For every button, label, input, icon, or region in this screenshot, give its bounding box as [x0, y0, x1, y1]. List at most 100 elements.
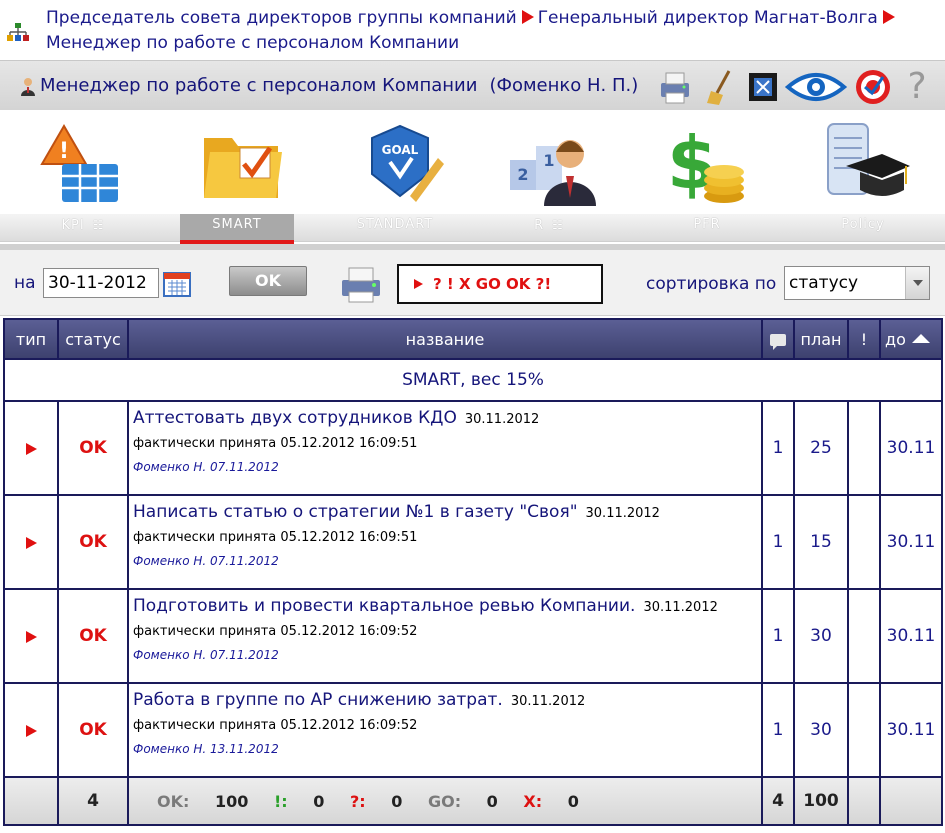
tab-smart[interactable]: SMART — [180, 214, 294, 244]
broom-icon[interactable] — [701, 67, 741, 107]
breadcrumb-item-general-director[interactable]: Генеральный директор Магнат-Волга — [538, 8, 878, 28]
tab-kpi[interactable]: KPI ☷ — [26, 214, 140, 236]
summary-ok: OK: 100 — [157, 791, 249, 811]
total-count: 4 — [57, 776, 129, 826]
alert-value — [847, 400, 881, 496]
person-name: (Фоменко Н. П.) — [489, 75, 639, 96]
task-date: 30.11.2012 — [510, 694, 586, 709]
money-icon[interactable]: $ — [658, 118, 754, 210]
eye-icon[interactable] — [785, 67, 847, 107]
printer-icon[interactable] — [655, 67, 695, 107]
task-type-arrow-icon[interactable] — [25, 630, 37, 643]
user-icon — [21, 78, 35, 96]
breadcrumb-item-chairman[interactable]: Председатель совета директоров группы ко… — [46, 8, 517, 28]
col-plan[interactable]: план — [793, 318, 849, 360]
task-type-arrow-icon[interactable] — [25, 724, 37, 737]
table-row[interactable]: OK Работа в группе по АР снижению затрат… — [3, 682, 943, 778]
filter-bar: на 30-11-2012 OK ? ! X GO OK ?! сортиров… — [0, 250, 945, 316]
page-title: Менеджер по работе с персоналом Компании… — [40, 75, 639, 96]
status-badge: OK — [57, 400, 129, 496]
due-date: 30.11 — [879, 588, 943, 684]
svg-text:GOAL: GOAL — [382, 143, 419, 157]
task-accepted: фактически принята 05.12.2012 16:09:51 — [133, 530, 418, 545]
alert-value — [847, 588, 881, 684]
summary-x: X: 0 — [523, 791, 579, 811]
tasks-table: тип статус название план ! до SMART, вес… — [3, 318, 943, 826]
chevron-down-icon[interactable] — [905, 267, 929, 299]
task-type-arrow-icon[interactable] — [25, 536, 37, 549]
summary-question: ?: 0 — [349, 791, 403, 811]
screen-icon[interactable] — [743, 67, 783, 107]
status-legend: ? ! X GO OK ?! — [397, 264, 603, 304]
help-icon[interactable]: ? — [897, 67, 937, 107]
grid-icon: ☷ — [92, 218, 105, 232]
svg-text:2: 2 — [517, 165, 528, 184]
table-row[interactable]: OK Аттестовать двух сотрудников КДО 30.11… — [3, 400, 943, 496]
plan-value: 25 — [793, 400, 849, 496]
group-title: SMART, вес 15% — [3, 358, 943, 402]
comments-count[interactable]: 1 — [761, 400, 795, 496]
ranking-icon[interactable]: 2 1 — [504, 118, 600, 210]
breadcrumb-item-hr-manager[interactable]: Менеджер по работе с персоналом Компании — [46, 33, 459, 53]
plan-value: 30 — [793, 682, 849, 778]
date-input[interactable]: 30-11-2012 — [43, 268, 159, 298]
org-chart-icon — [7, 23, 29, 41]
print-icon[interactable] — [338, 264, 384, 304]
sort-select[interactable]: статусу — [784, 266, 930, 300]
grid-icon: ☷ — [552, 218, 564, 232]
table-row[interactable]: OK Подготовить и провести квартальное ре… — [3, 588, 943, 684]
type-arrow-icon — [414, 279, 423, 289]
task-title[interactable]: Написать статью о стратегии №1 в газету … — [133, 502, 578, 522]
status-badge: OK — [57, 588, 129, 684]
tab-pfr[interactable]: PFR — [650, 214, 764, 236]
status-summary: OK: 100 !: 0 ?: 0 GO: 0 X: 0 — [127, 776, 763, 826]
tab-r[interactable]: R ☷ — [492, 214, 606, 236]
summary-exclaim: !: 0 — [273, 791, 325, 811]
summary-row: 4 OK: 100 !: 0 ?: 0 GO: 0 X: 0 4 100 — [3, 776, 943, 826]
comments-count[interactable]: 1 — [761, 494, 795, 590]
col-type[interactable]: тип — [3, 318, 59, 360]
folder-icon[interactable] — [196, 118, 292, 210]
task-author: Фоменко Н. 13.11.2012 — [133, 742, 279, 756]
date-label: на — [14, 273, 36, 293]
breadcrumb-arrow-icon — [521, 10, 534, 24]
comment-icon — [770, 334, 786, 350]
task-type-arrow-icon[interactable] — [25, 442, 37, 455]
tab-standart[interactable]: STANDART — [338, 214, 452, 236]
ok-button[interactable]: OK — [229, 266, 307, 296]
task-author: Фоменко Н. 07.11.2012 — [133, 460, 279, 474]
target-icon[interactable] — [853, 67, 893, 107]
col-status[interactable]: статус — [57, 318, 129, 360]
comments-count[interactable]: 1 — [761, 588, 795, 684]
breadcrumb: Председатель совета директоров группы ко… — [6, 6, 936, 58]
toolbar: ? — [655, 67, 935, 107]
calendar-icon[interactable] — [162, 270, 192, 298]
status-badge: OK — [57, 682, 129, 778]
col-alert[interactable]: ! — [847, 318, 881, 360]
task-accepted: фактически принята 05.12.2012 16:09:51 — [133, 436, 418, 451]
kpi-icon[interactable]: ! — [34, 118, 130, 210]
task-title[interactable]: Аттестовать двух сотрудников КДО — [133, 408, 457, 428]
task-accepted: фактически принята 05.12.2012 16:09:52 — [133, 718, 418, 733]
task-title[interactable]: Подготовить и провести квартальное ревью… — [133, 596, 635, 616]
plan-total: 100 — [793, 776, 849, 826]
col-due[interactable]: до — [879, 318, 943, 360]
module-icons: ! GOAL 2 1 $ — [0, 112, 945, 216]
task-date: 30.11.2012 — [643, 600, 718, 615]
task-title[interactable]: Работа в группе по АР снижению затрат. — [133, 690, 503, 710]
diploma-icon[interactable] — [814, 118, 910, 210]
due-date: 30.11 — [879, 682, 943, 778]
due-date: 30.11 — [879, 400, 943, 496]
group-row: SMART, вес 15% — [3, 358, 943, 402]
col-comments[interactable] — [761, 318, 795, 360]
header-bar: Менеджер по работе с персоналом Компании… — [0, 60, 945, 110]
alert-value — [847, 494, 881, 590]
plan-value: 15 — [793, 494, 849, 590]
col-name[interactable]: название — [127, 318, 763, 360]
tab-policy[interactable]: Policy — [806, 214, 920, 236]
comments-count[interactable]: 1 — [761, 682, 795, 778]
table-row[interactable]: OK Написать статью о стратегии №1 в газе… — [3, 494, 943, 590]
summary-go: GO: 0 — [427, 791, 498, 811]
breadcrumb-arrow-icon — [882, 10, 895, 24]
goal-icon[interactable]: GOAL — [352, 118, 448, 210]
